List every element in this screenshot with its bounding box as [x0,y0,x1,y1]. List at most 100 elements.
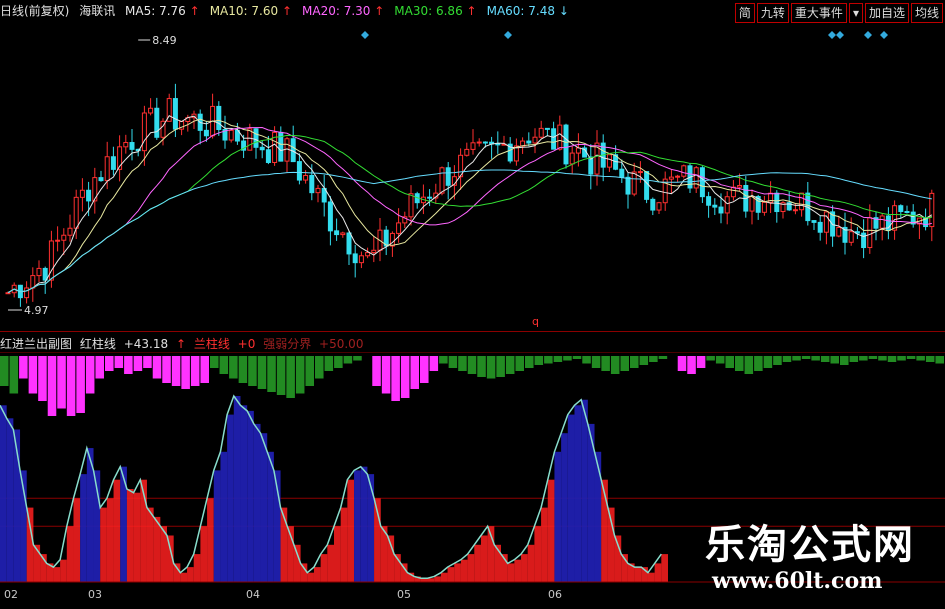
histogram-bar [620,356,629,371]
candle-body [148,107,154,114]
indicator-bar [581,399,588,582]
candle-body [172,98,178,130]
candle-body [247,128,253,151]
candle-body [823,211,829,233]
candle-body [55,239,61,242]
stock-chart-window: 日线(前复权) 海联讯 MA5: 7.76 ↑ MA10: 7.60 ↑ MA20:… [0,0,945,609]
indicator-bar [467,554,475,582]
candle-body [110,156,116,170]
histogram-bar [448,356,458,368]
indicator-bar [507,563,515,582]
histogram-bar [162,356,171,383]
indicator-bar [80,474,87,582]
histogram-bar [267,356,276,392]
indicator-bar [220,451,228,582]
histogram-bar [935,356,944,364]
indicator-bar [340,507,348,582]
histogram-bar [582,356,591,364]
histogram-bar [782,356,792,362]
histogram-bar [343,356,353,364]
candle-body [792,209,798,212]
histogram-bar [105,356,114,371]
candle-body [668,176,674,180]
candle-body [259,146,265,151]
candle-body [36,267,42,277]
indicator-bar [347,479,355,582]
indicator-bar [200,526,208,582]
histogram-bar [696,356,706,368]
histogram-bar [143,356,152,368]
candle-body [73,196,79,229]
histogram-bar [496,356,505,377]
indicator-bar [247,410,254,582]
histogram-bar [639,356,649,365]
histogram-bar [601,356,610,371]
candle-body [644,171,650,200]
histogram-bar [572,356,582,359]
event-marker-icon [836,31,844,39]
candle-body [656,202,662,211]
indicator-bar [307,572,314,582]
histogram-bar [57,356,66,409]
candle-body [495,143,501,146]
candle-body [408,193,414,218]
histogram-bar [820,356,830,362]
indicator-bar [594,451,602,582]
candle-body [637,171,643,174]
event-marker-icon [504,31,512,39]
indicator-bar [187,567,194,582]
candle-body [699,167,705,198]
histogram-bar [9,356,19,394]
candle-body [879,215,885,229]
indicator-bar [400,563,408,582]
candle-body [749,196,755,212]
histogram-bar [467,356,477,374]
histogram-bar [715,356,725,364]
candle-body [861,232,867,249]
histogram-bar [429,356,439,371]
indicator-bar [434,576,441,582]
candle-body [631,171,637,195]
histogram-bar [114,356,124,368]
indicator-bar [267,451,274,582]
candle-body [427,196,433,199]
histogram-bar [133,356,143,371]
histogram-bar [276,356,286,395]
watermark-cn: 乐淘公式网 [705,522,915,568]
blue-bar-label: 兰柱线 [193,337,230,351]
candle-body [439,167,445,194]
histogram-bar [849,356,859,362]
histogram-bar [801,356,811,359]
indicator-bar [133,492,141,582]
candle-body [898,205,904,213]
indicator-bar [126,489,134,582]
candle-body [569,152,575,165]
candle-body [86,189,92,202]
x-axis-tick: 04 [246,588,260,601]
histogram-bar [353,356,362,361]
histogram-bar [687,356,696,374]
indicator-bar [440,572,448,582]
histogram-bar [286,356,295,398]
candle-body [346,232,352,255]
indicator-bar [6,418,14,582]
histogram-bar [563,356,572,361]
indicator-bar [541,507,548,582]
histogram-bar [897,356,906,361]
red-bar-value: +43.18 [123,337,169,351]
histogram-bar [534,356,544,365]
candle-body [24,287,30,299]
candle-body [340,232,346,236]
candle-body [761,201,767,213]
candle-body [61,234,67,241]
candle-body [681,165,687,177]
histogram-bar [295,356,305,394]
indicator-bar [207,498,214,582]
indicator-name: 红进兰出副图 [0,337,73,351]
indicator-bar [26,507,34,582]
candle-body [48,240,54,281]
indicator-bar [60,559,67,582]
candle-body [104,156,110,182]
indicator-bar [260,433,268,582]
candle-body [675,175,681,178]
